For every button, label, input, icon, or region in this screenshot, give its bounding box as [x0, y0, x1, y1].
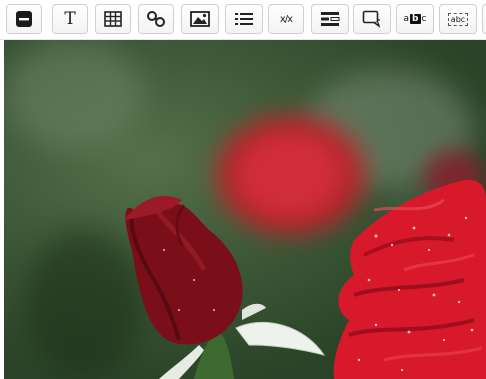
- fraction-icon: x/x: [279, 13, 293, 25]
- form-fields-button[interactable]: [311, 4, 349, 34]
- toolbar-overflow-button[interactable]: [482, 4, 486, 34]
- fraction-button[interactable]: x/x: [268, 4, 304, 34]
- inline-choice-c: c: [421, 14, 427, 24]
- comment-button[interactable]: [353, 4, 391, 34]
- roses-foreground: [124, 179, 486, 379]
- comment-icon: [362, 10, 382, 28]
- image-button[interactable]: [181, 4, 219, 34]
- block-icon: [15, 10, 33, 28]
- inline-choice-b: b: [410, 14, 421, 24]
- image-icon: [190, 11, 210, 27]
- red-rose-photo: [4, 40, 486, 379]
- rose-bud: [125, 201, 243, 345]
- table-icon: [104, 11, 122, 27]
- table-button[interactable]: [95, 4, 131, 34]
- text-icon: T: [64, 8, 76, 29]
- editor-toolbar: T x/x a b c abc: [0, 0, 486, 40]
- block-button[interactable]: [6, 4, 42, 34]
- text-button[interactable]: T: [52, 4, 88, 34]
- text-entry-icon: abc: [447, 12, 469, 26]
- inline-choice-a: a: [403, 14, 410, 24]
- list-button[interactable]: [225, 4, 263, 34]
- list-icon: [234, 11, 254, 27]
- text-entry-button[interactable]: abc: [439, 4, 477, 34]
- link-icon: [146, 10, 166, 28]
- rose-sepal-small: [242, 303, 266, 320]
- inline-choice-icon: a b c: [403, 14, 427, 24]
- link-button[interactable]: [138, 4, 174, 34]
- form-fields-icon: [320, 11, 340, 27]
- rose-sepal: [235, 321, 326, 356]
- inline-choice-button[interactable]: a b c: [396, 4, 434, 34]
